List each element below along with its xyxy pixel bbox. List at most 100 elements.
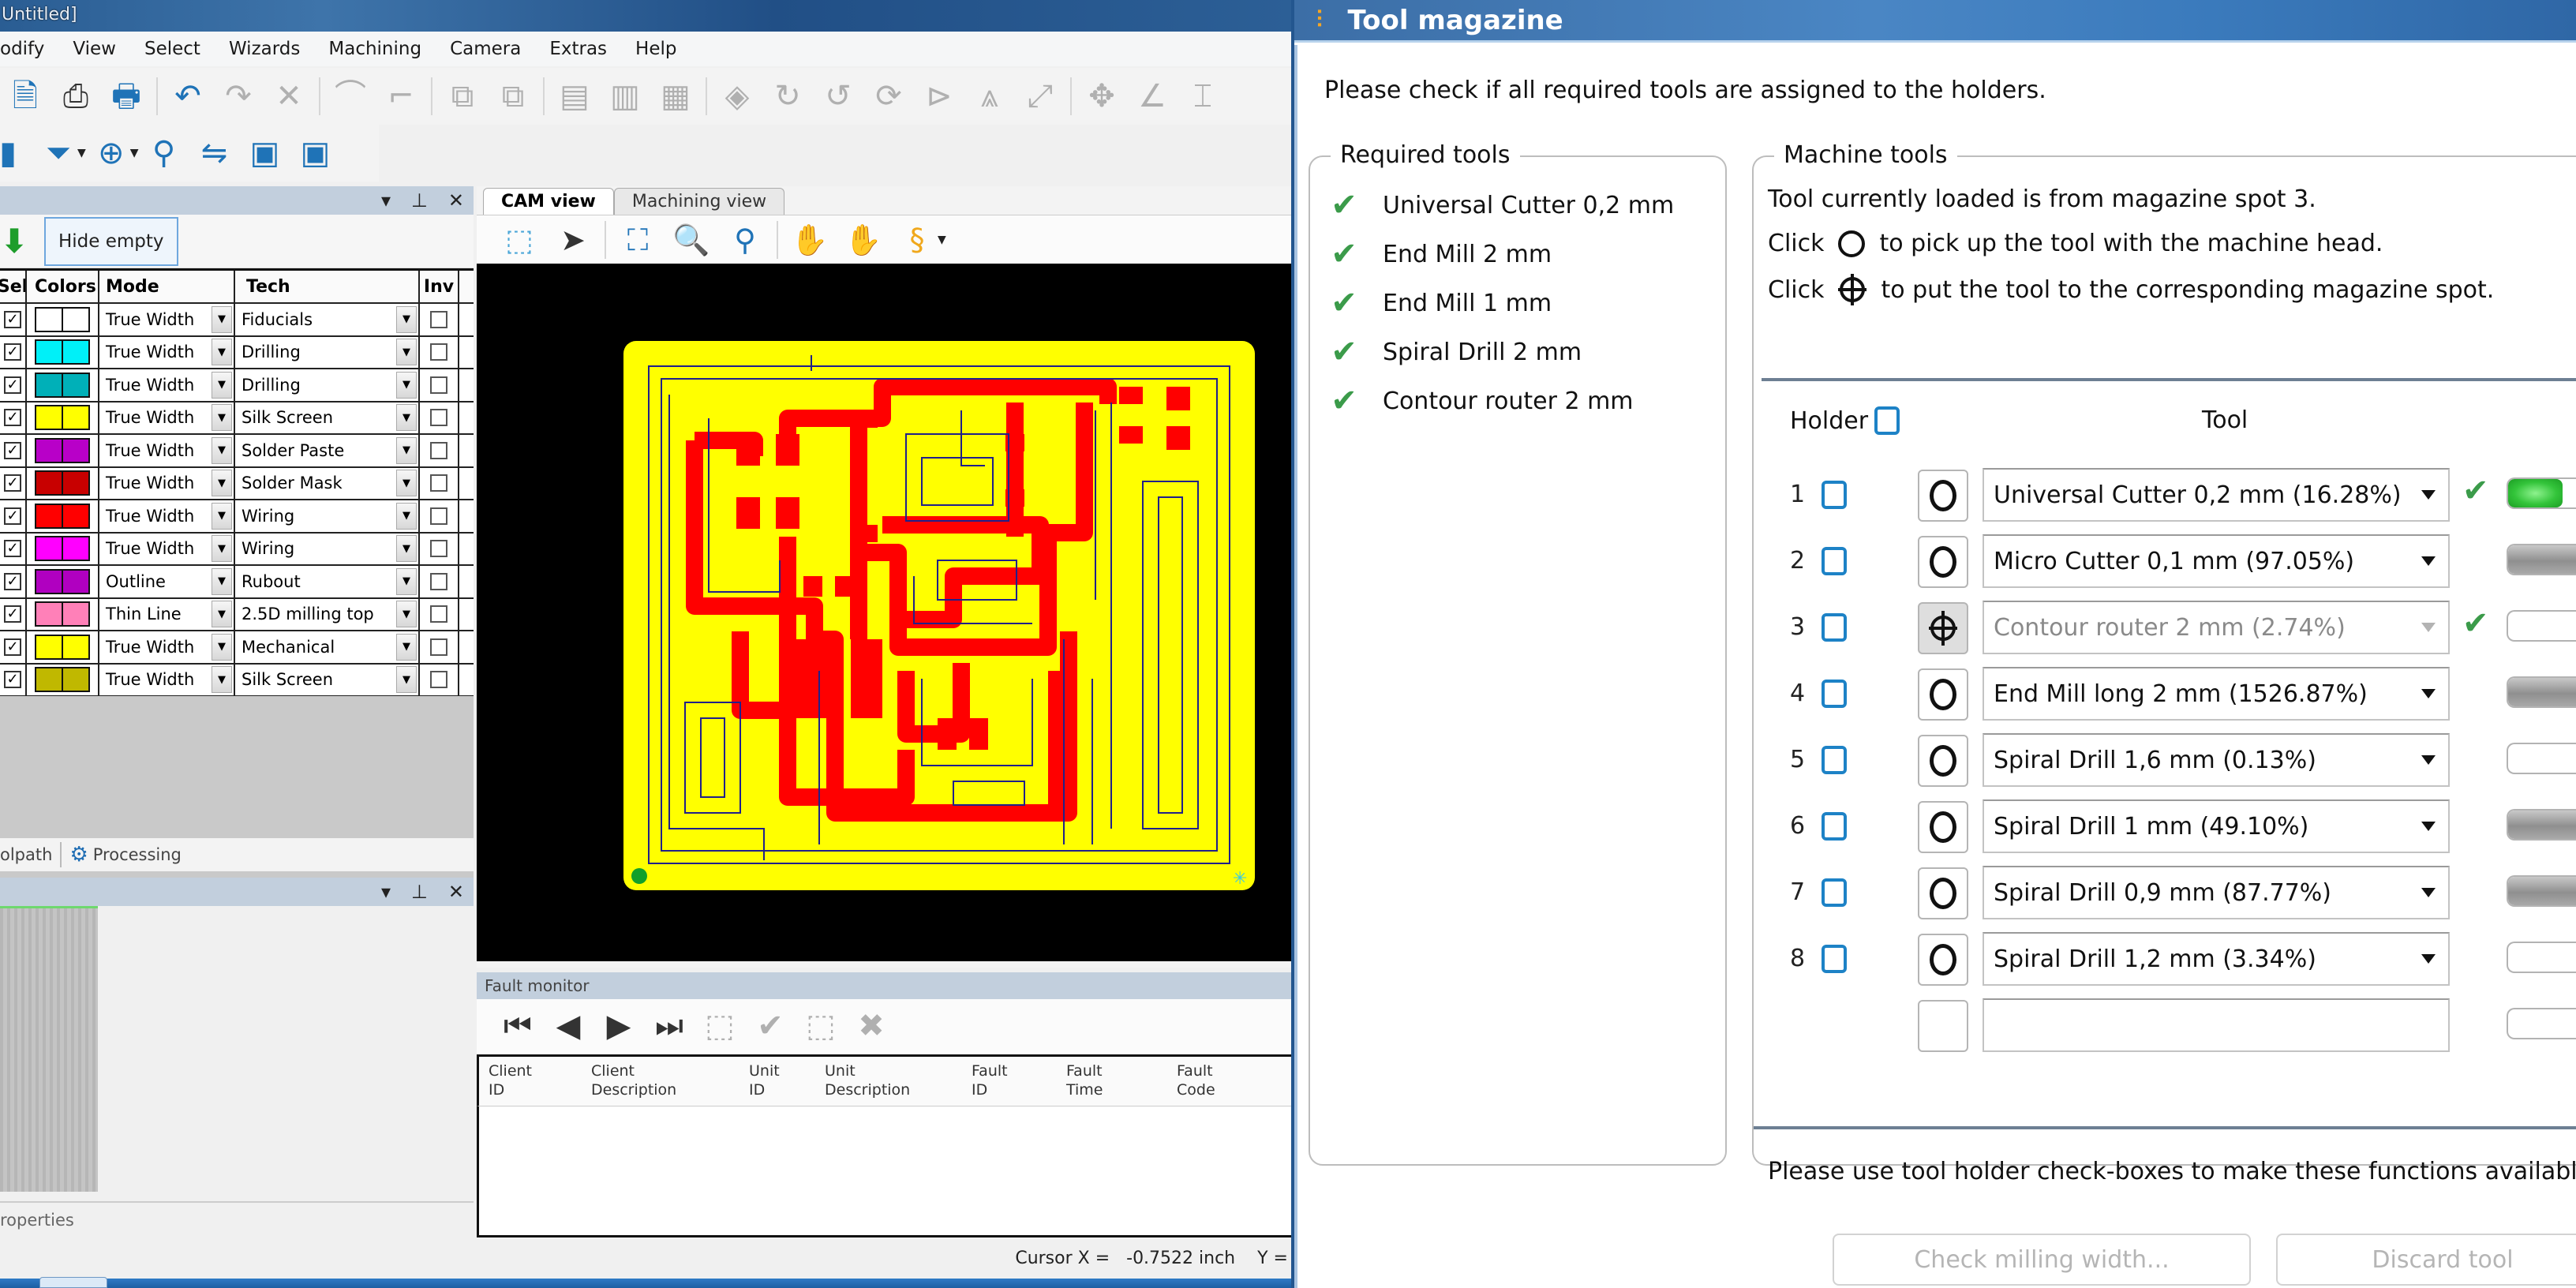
align-icon[interactable]: ▤: [556, 77, 593, 115]
layer-mode-select[interactable]: Outline ▼: [98, 566, 234, 597]
layer-mode-select[interactable]: True Width ▼: [98, 369, 234, 401]
layer-select-checkbox[interactable]: ✓: [4, 376, 21, 394]
chevron-down-icon[interactable]: ▼: [396, 470, 417, 497]
layer-color-swatch[interactable]: [35, 306, 90, 332]
layer-tech-select[interactable]: Mechanical ▼: [234, 631, 418, 663]
holders-list[interactable]: 1 Universal Cutter 0,2 mm (16.28%) ✔ 2 Micro…: [1754, 465, 2576, 1125]
layer-invert-checkbox[interactable]: [430, 671, 447, 689]
layer-row[interactable]: ✓ True Width ▼ Wiring ▼: [0, 533, 474, 566]
fault-column-header[interactable]: Client Description: [582, 1057, 739, 1106]
chevron-down-icon[interactable]: [2421, 954, 2436, 964]
layer-invert-checkbox[interactable]: [430, 310, 447, 328]
layer-row[interactable]: ✓ Thin Line ▼ 2.5D milling top ▼: [0, 598, 474, 631]
isolation-icon[interactable]: ⏷: [39, 134, 77, 172]
layer-row[interactable]: ✓ True Width ▼ Solder Mask ▼: [0, 467, 474, 500]
color-swatch[interactable]: [62, 668, 88, 691]
chevron-down-icon[interactable]: ▼: [212, 371, 232, 399]
chevron-down-icon[interactable]: ▼: [212, 470, 232, 497]
menu-wizards[interactable]: Wizards: [215, 39, 314, 59]
zoom-width-icon[interactable]: ⚲: [726, 221, 764, 259]
tool-select[interactable]: Spiral Drill 1,2 mm (3.34%): [1983, 932, 2450, 986]
menu-camera[interactable]: Camera: [436, 39, 535, 59]
tab-toolpath[interactable]: olpath: [0, 845, 52, 864]
layer-tech-select[interactable]: 2.5D milling top ▼: [234, 598, 418, 630]
color-swatch[interactable]: [36, 635, 62, 658]
layer-color-swatch[interactable]: [35, 503, 90, 529]
tab-processing[interactable]: Processing: [93, 845, 182, 864]
layer-tech-select[interactable]: Solder Paste ▼: [234, 435, 418, 466]
pick-tool-button[interactable]: [1918, 536, 1968, 588]
menu-select[interactable]: Select: [130, 39, 215, 59]
settings-icon[interactable]: ⇋: [196, 134, 234, 172]
dropdown-arrow-icon[interactable]: ▼: [938, 234, 946, 246]
layer-invert-checkbox[interactable]: [430, 376, 447, 394]
chevron-down-icon[interactable]: [2421, 755, 2436, 765]
chevron-down-icon[interactable]: ▼: [396, 666, 417, 694]
fault-column-header[interactable]: Unit ID: [739, 1057, 815, 1106]
layer-color-swatch[interactable]: [35, 405, 90, 431]
layer-color-swatch[interactable]: [35, 339, 90, 365]
layer-tech-select[interactable]: Silk Screen ▼: [234, 664, 418, 695]
holder-checkbox[interactable]: [1822, 481, 1847, 509]
layer-invert-checkbox[interactable]: [430, 441, 447, 459]
tool-select[interactable]: [1983, 998, 2450, 1052]
fault-column-header[interactable]: Unit Description: [815, 1057, 962, 1106]
holder-checkbox[interactable]: [1822, 878, 1847, 907]
chevron-down-icon[interactable]: [2421, 490, 2436, 500]
column-header-colors[interactable]: Colors: [25, 271, 98, 302]
layer-select-checkbox[interactable]: ✓: [4, 671, 21, 689]
rotate-cw-icon[interactable]: ↻: [769, 77, 807, 115]
properties-tab[interactable]: roperties: [0, 1201, 474, 1237]
pin-icon[interactable]: ⊥: [411, 881, 428, 903]
layer-mode-select[interactable]: True Width ▼: [98, 467, 234, 499]
layer-invert-checkbox[interactable]: [430, 572, 447, 590]
dropdown-arrow-icon[interactable]: ▼: [130, 147, 139, 159]
layer-row[interactable]: ✓ True Width ▼ Mechanical ▼: [0, 631, 474, 665]
layer-select-checkbox[interactable]: ✓: [4, 507, 21, 525]
chevron-down-icon[interactable]: [2421, 689, 2436, 698]
layer-select-checkbox[interactable]: ✓: [4, 310, 21, 328]
column-header-mode[interactable]: Mode: [98, 271, 234, 302]
pointer-icon[interactable]: ➤: [554, 221, 592, 259]
select-all-holders-checkbox[interactable]: [1874, 406, 1900, 435]
mirror-left-icon[interactable]: ⧉: [444, 77, 481, 115]
layer-tech-select[interactable]: Fiducials ▼: [234, 304, 418, 335]
pin-icon[interactable]: ⊥: [411, 189, 428, 212]
chevron-down-icon[interactable]: ▼: [212, 404, 232, 432]
chevron-down-icon[interactable]: ▼: [212, 567, 232, 595]
layer-invert-checkbox[interactable]: [430, 507, 447, 525]
tool-select[interactable]: Universal Cutter 0,2 mm (16.28%): [1983, 468, 2450, 522]
snap-icon[interactable]: §: [898, 221, 936, 259]
chevron-down-icon[interactable]: ▼: [212, 502, 232, 530]
layer-color-swatch[interactable]: [35, 437, 90, 463]
layer-mode-select[interactable]: True Width ▼: [98, 533, 234, 564]
layer-select-checkbox[interactable]: ✓: [4, 474, 21, 492]
layer-invert-checkbox[interactable]: [430, 605, 447, 623]
chevron-down-icon[interactable]: ▼: [396, 601, 417, 628]
prev-icon[interactable]: ◀: [549, 1007, 587, 1045]
color-swatch[interactable]: [62, 308, 88, 331]
hide-empty-button[interactable]: Hide empty: [44, 216, 178, 266]
holder-checkbox[interactable]: [1822, 547, 1847, 575]
layer-mode-select[interactable]: Thin Line ▼: [98, 598, 234, 630]
color-swatch[interactable]: [62, 570, 88, 593]
layer-mode-select[interactable]: True Width ▼: [98, 500, 234, 532]
redo-icon[interactable]: ↷: [219, 77, 257, 115]
discard-tool-button[interactable]: Discard tool: [2276, 1234, 2576, 1286]
chevron-down-icon[interactable]: ▼: [212, 633, 232, 661]
chevron-down-icon[interactable]: ▼: [396, 633, 417, 661]
tab-cam-view[interactable]: CAM view: [483, 188, 614, 215]
layer-row[interactable]: ✓ True Width ▼ Silk Screen ▼: [0, 402, 474, 435]
close-icon[interactable]: ✕: [448, 881, 464, 903]
pick-tool-button[interactable]: [1918, 867, 1968, 919]
pan-icon[interactable]: ✋: [791, 221, 829, 259]
layer-tech-select[interactable]: Silk Screen ▼: [234, 402, 418, 433]
layer-mode-select[interactable]: True Width ▼: [98, 435, 234, 466]
taskbar-app-button[interactable]: [39, 1277, 107, 1288]
layer-tech-select[interactable]: Rubout ▼: [234, 566, 418, 597]
transform-icon[interactable]: ⤢: [1021, 77, 1059, 115]
dropdown-arrow-icon[interactable]: ▼: [77, 147, 86, 159]
move-icon[interactable]: ✥: [1083, 77, 1121, 115]
select-ack-icon[interactable]: ⬚: [701, 1007, 739, 1045]
menu-odify[interactable]: odify: [0, 39, 58, 59]
